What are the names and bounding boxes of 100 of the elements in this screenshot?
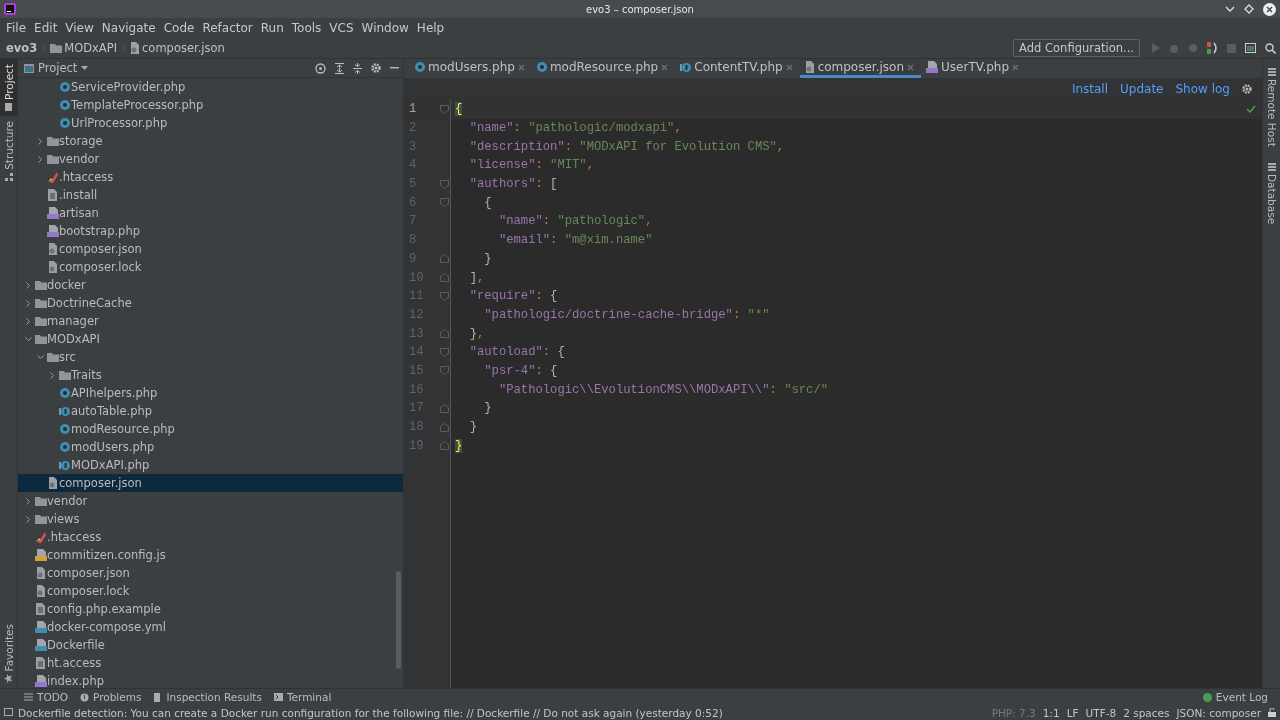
tree-item[interactable]: composer.lock bbox=[18, 582, 403, 600]
structure-icon bbox=[4, 172, 13, 181]
tree-item[interactable]: src bbox=[18, 348, 403, 366]
tool-window-tab[interactable]: TODO bbox=[24, 691, 69, 703]
tree-item[interactable]: MODxAPI bbox=[18, 330, 403, 348]
coverage-icon bbox=[1188, 43, 1198, 53]
status-item[interactable]: 2 spaces bbox=[1123, 706, 1170, 719]
tree-item[interactable]: ServiceProvider.php bbox=[18, 78, 403, 96]
menu-item[interactable]: Tools bbox=[287, 21, 326, 35]
menu-item[interactable]: Window bbox=[357, 21, 413, 35]
code-line: }, bbox=[468, 326, 485, 341]
class-file-icon bbox=[536, 62, 547, 72]
editor-tab[interactable]: UserTV.php bbox=[921, 59, 1027, 78]
chevron-right-icon bbox=[37, 137, 43, 145]
tool-window-tab[interactable]: Terminal bbox=[273, 691, 332, 703]
editor-tab[interactable]: ContentTV.php bbox=[675, 59, 800, 78]
folder-icon bbox=[4, 102, 13, 111]
tree-item[interactable]: Traits bbox=[18, 366, 403, 384]
status-item[interactable]: LF bbox=[1066, 706, 1079, 719]
tree-item[interactable]: .htaccess bbox=[18, 528, 403, 546]
tree-item[interactable]: ht.access bbox=[18, 654, 403, 672]
folder-icon bbox=[34, 334, 47, 344]
tree-item[interactable]: Dockerfile bbox=[18, 636, 403, 654]
tree-item[interactable]: MODxAPI.php bbox=[18, 456, 403, 474]
tree-item[interactable]: .htaccess bbox=[18, 168, 403, 186]
tool-window-tab[interactable]: Inspection Results bbox=[153, 691, 262, 703]
menu-item[interactable]: View bbox=[61, 21, 98, 35]
menu-item[interactable]: Refactor bbox=[198, 21, 257, 35]
tree-item[interactable]: composer.json bbox=[18, 240, 403, 258]
tree-item[interactable]: composer.lock bbox=[18, 258, 403, 276]
link[interactable]: Show log bbox=[1175, 82, 1230, 96]
document-icon bbox=[153, 692, 163, 702]
status-item[interactable]: 1:1 bbox=[1042, 706, 1060, 719]
tree-item[interactable]: config.php.example bbox=[18, 600, 403, 618]
menu-item[interactable]: Code bbox=[159, 21, 199, 35]
close-icon bbox=[1012, 63, 1020, 71]
code-line: } bbox=[483, 251, 492, 266]
tree-item[interactable]: commitizen.config.js bbox=[18, 546, 403, 564]
menu-item[interactable]: Run bbox=[256, 21, 288, 35]
tool-window-tab[interactable]: Problems bbox=[80, 691, 142, 703]
status-item[interactable]: JSON: composer bbox=[1176, 706, 1261, 719]
feather-file-icon bbox=[47, 171, 58, 183]
folder-icon bbox=[50, 43, 63, 53]
tool-window-tab[interactable]: Database bbox=[1263, 157, 1280, 229]
tree-item[interactable]: docker bbox=[18, 276, 403, 294]
tool-window-tab[interactable]: Structure bbox=[0, 115, 17, 186]
link[interactable]: Install bbox=[1071, 82, 1109, 96]
tree-item[interactable]: views bbox=[18, 510, 403, 528]
code-line: "email": "m@xim.name" bbox=[497, 233, 653, 248]
tree-item[interactable]: .install bbox=[18, 186, 403, 204]
menu-item[interactable]: Help bbox=[412, 21, 449, 35]
editor-tab[interactable]: composer.json bbox=[799, 59, 922, 78]
tree-item[interactable]: vendor bbox=[18, 150, 403, 168]
breadcrumb-item[interactable]: MODxAPI bbox=[50, 41, 118, 55]
class-file-icon bbox=[415, 62, 425, 72]
tree-item[interactable]: vendor bbox=[18, 492, 403, 510]
debug-icon bbox=[1169, 43, 1179, 53]
yml-file-icon bbox=[34, 621, 47, 633]
tree-item[interactable]: storage bbox=[18, 132, 403, 150]
tree-item[interactable]: bootstrap.php bbox=[18, 222, 403, 240]
js-file-icon bbox=[34, 549, 47, 561]
tool-window-tab[interactable]: Project bbox=[0, 59, 17, 116]
tree-item[interactable]: manager bbox=[18, 312, 403, 330]
code-line: } bbox=[468, 420, 477, 435]
status-item[interactable]: UTF-8 bbox=[1085, 706, 1117, 719]
editor-tab[interactable]: modUsers.php bbox=[410, 59, 532, 78]
menu-item[interactable]: Edit bbox=[30, 21, 62, 35]
tree-item[interactable]: autoTable.php bbox=[18, 402, 403, 420]
tree-item[interactable]: composer.json bbox=[18, 564, 403, 582]
breadcrumb-item[interactable]: evo3 bbox=[6, 41, 38, 55]
tree-item[interactable]: index.php bbox=[18, 672, 403, 688]
link[interactable]: Update bbox=[1120, 82, 1164, 96]
tool-window-tab[interactable]: Remote Host bbox=[1263, 63, 1280, 152]
tree-item[interactable]: composer.json bbox=[18, 474, 403, 492]
run-configuration-button[interactable]: Add Configuration... bbox=[1013, 39, 1140, 57]
check-icon bbox=[1246, 105, 1256, 113]
terminal-icon bbox=[273, 692, 283, 702]
tree-item[interactable]: modResource.php bbox=[18, 420, 403, 438]
editor-tab[interactable]: modResource.php bbox=[531, 59, 676, 78]
menu-item[interactable]: File bbox=[2, 21, 31, 35]
panel-title-dropdown[interactable]: Project bbox=[24, 61, 89, 75]
tree-item[interactable]: UrlProcessor.php bbox=[18, 114, 403, 132]
menu-item[interactable]: Navigate bbox=[97, 21, 160, 35]
code-line: "name": "pathologic", bbox=[497, 214, 653, 229]
composer-file-icon bbox=[47, 243, 58, 255]
tree-item[interactable]: artisan bbox=[18, 204, 403, 222]
tool-window-tab[interactable]: Favorites bbox=[0, 618, 17, 688]
tool-window-tab[interactable]: Event Log bbox=[1202, 691, 1268, 703]
chevron-right-icon bbox=[25, 497, 31, 505]
tree-item[interactable]: DoctrineCache bbox=[18, 294, 403, 312]
breadcrumb-item[interactable]: composer.json bbox=[130, 41, 225, 55]
close-icon bbox=[517, 63, 525, 71]
tree-item[interactable]: docker-compose.yml bbox=[18, 618, 403, 636]
code-line: "require": { bbox=[468, 289, 558, 304]
tree-item[interactable]: TemplateProcessor.php bbox=[18, 96, 403, 114]
tree-item[interactable]: APIhelpers.php bbox=[18, 384, 403, 402]
scrollbar-thumb[interactable] bbox=[396, 571, 401, 669]
class-file-icon bbox=[59, 82, 70, 92]
menu-item[interactable]: VCS bbox=[325, 21, 358, 35]
tree-item[interactable]: modUsers.php bbox=[18, 438, 403, 456]
